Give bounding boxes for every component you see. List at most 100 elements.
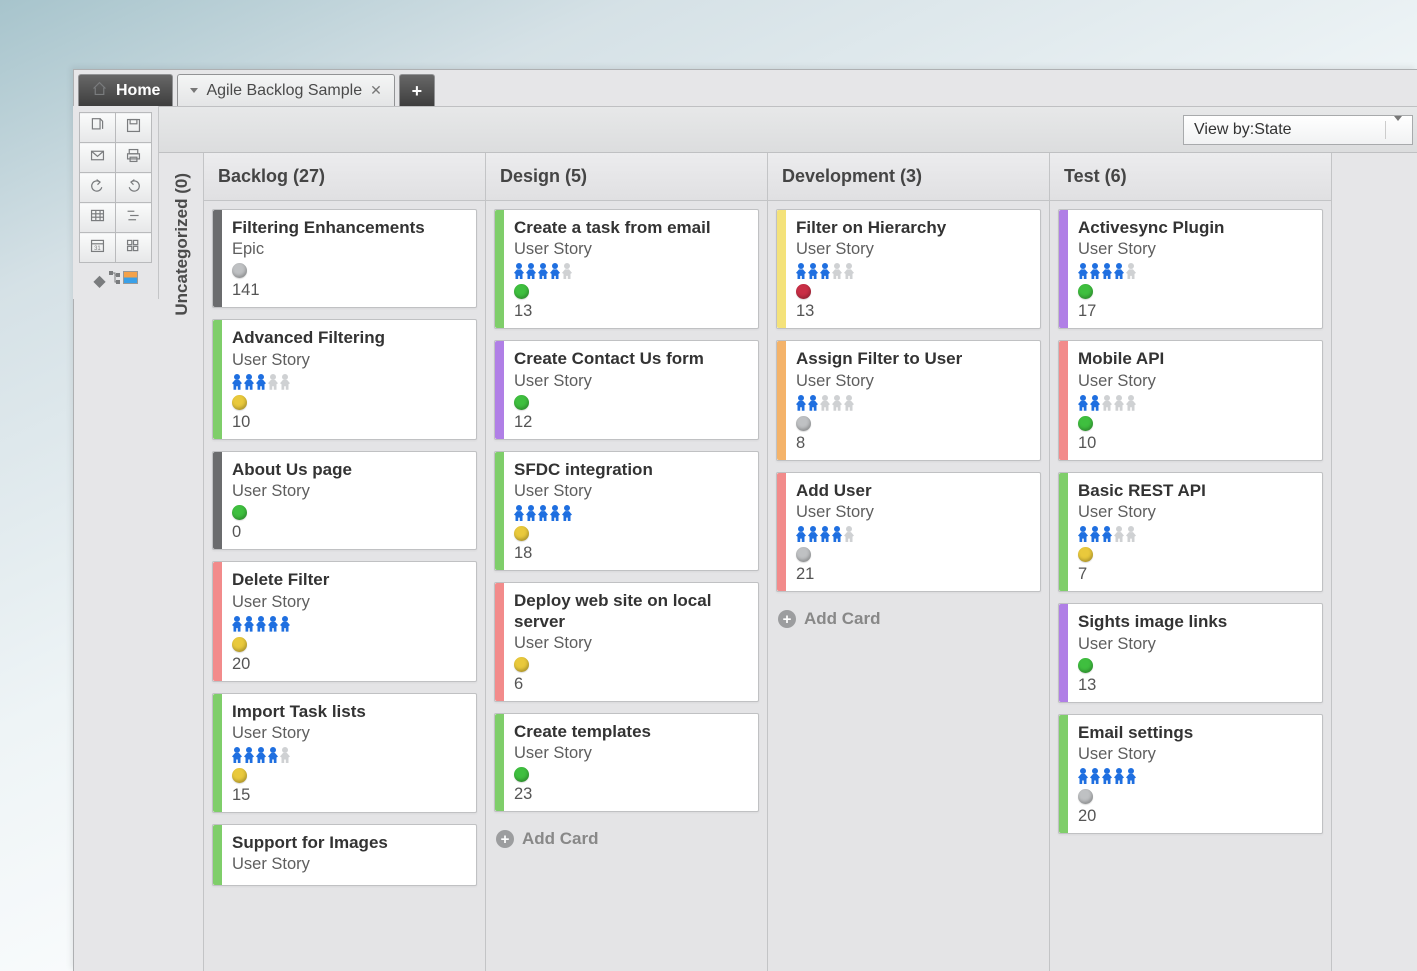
person-icon bbox=[1078, 526, 1088, 542]
card-type: User Story bbox=[1078, 745, 1312, 764]
card[interactable]: Assign Filter to UserUser Story8 bbox=[776, 340, 1041, 460]
card[interactable]: Basic REST APIUser Story7 bbox=[1058, 472, 1323, 592]
card[interactable]: Filter on HierarchyUser Story13 bbox=[776, 209, 1041, 329]
new-sheet-button[interactable] bbox=[80, 113, 116, 143]
home-tab-label: Home bbox=[116, 82, 160, 100]
add-card-button[interactable]: +Add Card bbox=[494, 823, 759, 855]
rail-indicator: ◆ bbox=[79, 271, 152, 291]
card[interactable]: Advanced FilteringUser Story10 bbox=[212, 319, 477, 439]
person-icon bbox=[808, 395, 818, 411]
card-view-button[interactable] bbox=[116, 233, 152, 263]
status-dot bbox=[796, 284, 811, 299]
card[interactable]: Delete FilterUser Story20 bbox=[212, 561, 477, 681]
close-tab-icon[interactable]: ✕ bbox=[370, 82, 382, 99]
status-row bbox=[232, 263, 466, 278]
card-title: Email settings bbox=[1078, 723, 1312, 743]
card[interactable]: Add UserUser Story21 bbox=[776, 472, 1041, 592]
column-header[interactable]: Test (6) bbox=[1050, 153, 1331, 201]
status-row bbox=[232, 768, 466, 783]
redo-button[interactable] bbox=[116, 173, 152, 203]
status-dot bbox=[232, 637, 247, 652]
person-icon bbox=[268, 374, 278, 390]
status-dot bbox=[1078, 416, 1093, 431]
card-type: User Story bbox=[232, 724, 466, 743]
save-button[interactable] bbox=[116, 113, 152, 143]
person-icon bbox=[1126, 395, 1136, 411]
card-points: 10 bbox=[1078, 434, 1312, 453]
card-type: User Story bbox=[1078, 372, 1312, 391]
card-points: 13 bbox=[796, 302, 1030, 321]
card[interactable]: Filtering EnhancementsEpic141 bbox=[212, 209, 477, 308]
card[interactable]: Sights image linksUser Story13 bbox=[1058, 603, 1323, 702]
add-card-button[interactable]: +Add Card bbox=[776, 603, 1041, 635]
uncategorized-lane[interactable]: Uncategorized (0) bbox=[160, 153, 204, 971]
mail-button[interactable] bbox=[80, 143, 116, 173]
person-icon bbox=[1102, 395, 1112, 411]
status-row bbox=[232, 395, 466, 410]
svg-text:31: 31 bbox=[94, 245, 101, 251]
person-icon bbox=[1090, 526, 1100, 542]
home-tab[interactable]: Home bbox=[78, 74, 173, 106]
card[interactable]: Support for ImagesUser Story bbox=[212, 824, 477, 886]
grid-view-button[interactable] bbox=[80, 203, 116, 233]
card-type: User Story bbox=[796, 503, 1030, 522]
print-button[interactable] bbox=[116, 143, 152, 173]
card[interactable]: Import Task lists User Story 15 bbox=[212, 693, 477, 813]
person-icon bbox=[526, 263, 536, 279]
card[interactable]: About Us pageUser Story0 bbox=[212, 451, 477, 550]
card-points: 15 bbox=[232, 786, 466, 805]
column-header[interactable]: Development (3) bbox=[768, 153, 1049, 201]
effort-indicator bbox=[1078, 768, 1312, 784]
document-tab[interactable]: Agile Backlog Sample ✕ bbox=[177, 74, 394, 106]
add-card-label: Add Card bbox=[522, 829, 599, 849]
card-type: User Story bbox=[232, 593, 466, 612]
person-icon bbox=[796, 526, 806, 542]
card[interactable]: Create Contact Us formUser Story12 bbox=[494, 340, 759, 439]
card[interactable]: Create a task from emailUser Story13 bbox=[494, 209, 759, 329]
status-row bbox=[1078, 284, 1312, 299]
view-by-dropdown[interactable]: View by: State bbox=[1183, 115, 1413, 145]
effort-indicator bbox=[232, 374, 466, 390]
card[interactable]: Create templatesUser Story23 bbox=[494, 713, 759, 812]
person-icon bbox=[1102, 526, 1112, 542]
person-icon bbox=[1126, 263, 1136, 279]
board: Uncategorized (0) Backlog (27) Filtering … bbox=[160, 153, 1417, 971]
effort-indicator bbox=[796, 526, 1030, 542]
effort-indicator bbox=[514, 263, 748, 279]
column-header[interactable]: Design (5) bbox=[486, 153, 767, 201]
card-type: User Story bbox=[514, 240, 748, 259]
effort-indicator bbox=[232, 747, 466, 763]
card-stripe bbox=[213, 452, 222, 549]
person-icon bbox=[232, 747, 242, 763]
new-tab-button[interactable]: + bbox=[399, 74, 435, 106]
card-points: 0 bbox=[232, 523, 466, 542]
gantt-view-button[interactable] bbox=[116, 203, 152, 233]
person-icon bbox=[280, 374, 290, 390]
card[interactable]: Email settingsUser Story20 bbox=[1058, 714, 1323, 834]
column-body: Create a task from emailUser Story13 Crea… bbox=[486, 201, 767, 863]
card[interactable]: Deploy web site on local serverUser Stor… bbox=[494, 582, 759, 702]
card-stripe bbox=[213, 694, 222, 812]
effort-indicator bbox=[1078, 526, 1312, 542]
person-icon bbox=[280, 747, 290, 763]
person-icon bbox=[844, 263, 854, 279]
card-title: Import Task lists bbox=[232, 702, 466, 722]
tab-dropdown-icon[interactable] bbox=[190, 88, 198, 93]
card[interactable]: SFDC integrationUser Story18 bbox=[494, 451, 759, 571]
undo-button[interactable] bbox=[80, 173, 116, 203]
person-icon bbox=[796, 263, 806, 279]
column-header[interactable]: Backlog (27) bbox=[204, 153, 485, 201]
card[interactable]: Activesync PluginUser Story17 bbox=[1058, 209, 1323, 329]
status-row bbox=[1078, 789, 1312, 804]
person-icon bbox=[832, 263, 842, 279]
person-icon bbox=[514, 263, 524, 279]
card-title: Sights image links bbox=[1078, 612, 1312, 632]
person-icon bbox=[256, 616, 266, 632]
person-icon bbox=[808, 526, 818, 542]
card-points: 141 bbox=[232, 281, 466, 300]
card[interactable]: Mobile APIUser Story10 bbox=[1058, 340, 1323, 460]
card-points: 20 bbox=[232, 655, 466, 674]
calendar-view-button[interactable]: 31 bbox=[80, 233, 116, 263]
card-stripe bbox=[213, 210, 222, 307]
card-stripe bbox=[777, 341, 786, 459]
